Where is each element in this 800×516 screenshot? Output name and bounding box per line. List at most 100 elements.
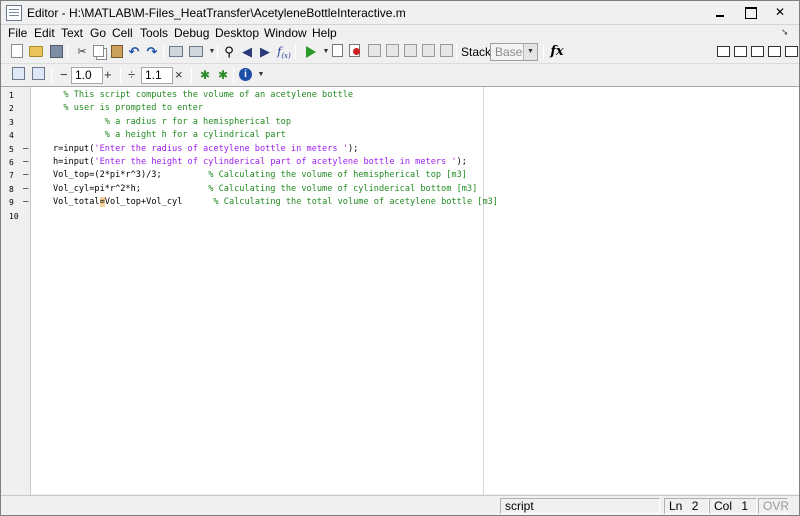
print-selection-icon[interactable]	[189, 46, 203, 57]
code-line[interactable]: % This script computes the volume of an …	[53, 90, 353, 100]
code-line[interactable]: % a radius r for a hemispherical top	[53, 117, 291, 127]
float-window-icon[interactable]	[768, 46, 781, 57]
redo-icon[interactable]: ↷	[144, 44, 160, 60]
insert-cell-divider-icon[interactable]	[12, 67, 25, 80]
menu-go[interactable]: Go	[90, 26, 106, 40]
close-icon[interactable]	[769, 4, 791, 20]
step-icon[interactable]	[368, 44, 381, 57]
left-right-split-icon[interactable]	[734, 46, 747, 57]
line-number-gutter: 1 2 3 4 5–6–7–8–9–10	[1, 87, 31, 495]
code-text: r=input(	[53, 143, 95, 154]
menu-help[interactable]: Help	[312, 26, 337, 40]
paste-icon[interactable]	[111, 45, 123, 58]
executable-line-marker[interactable]: –	[23, 184, 29, 194]
line-number: 9	[9, 198, 14, 208]
copy-icon[interactable]	[93, 45, 104, 57]
toolbar-separator	[295, 44, 296, 60]
chevron-down-icon[interactable]: ▼	[523, 44, 537, 60]
go-back-icon[interactable]: ◀	[239, 44, 255, 60]
right-text-limit-line	[483, 87, 484, 495]
editor-app-icon	[6, 5, 22, 21]
executable-line-marker[interactable]: –	[23, 157, 29, 167]
status-bar: script Ln 2 Col 1 OVR	[1, 495, 799, 515]
minimize-icon[interactable]	[709, 4, 731, 20]
open-file-icon[interactable]	[29, 46, 43, 57]
toolbar-separator	[217, 44, 218, 60]
executable-line-marker[interactable]: –	[23, 197, 29, 207]
code-text: Vol_top+Vol_cyl	[104, 197, 214, 208]
function-browser-icon[interactable]: f(x)	[276, 44, 292, 60]
exit-debug-icon[interactable]	[440, 44, 453, 57]
code-text: );	[456, 157, 467, 167]
code-line[interactable]: % a height h for a cylindrical part	[53, 130, 286, 140]
code-line[interactable]: h=input('Enter the height of cylinderica…	[53, 157, 467, 167]
step-out-icon[interactable]	[404, 44, 417, 57]
line-label: Ln	[669, 499, 683, 513]
go-forward-icon[interactable]: ▶	[257, 44, 273, 60]
menu-edit[interactable]: Edit	[34, 26, 55, 40]
code-comment: % a radius r for a hemispherical top	[53, 116, 291, 127]
continue-icon[interactable]	[422, 44, 435, 57]
increment-button[interactable]: +	[104, 67, 112, 82]
code-editor[interactable]: 1 2 3 4 5–6–7–8–9–10 % This script computes …	[1, 86, 799, 495]
decrement-value-input[interactable]: 1.0	[71, 67, 103, 84]
toolbar-separator	[120, 67, 121, 83]
chevron-down-icon[interactable]: ▼	[253, 67, 269, 83]
print-icon[interactable]	[169, 46, 183, 57]
overwrite-indicator: OVR	[758, 498, 789, 514]
code-line[interactable]: Vol_cyl=pi*r^2*h; % Calculating the volu…	[53, 184, 477, 194]
evaluate-cell-icon[interactable]: ✱	[197, 67, 213, 83]
tile-layout-icon[interactable]	[717, 46, 730, 57]
line-number: 5	[9, 144, 14, 154]
toolbar-separator	[456, 44, 457, 60]
undock-icon[interactable]: ➘	[781, 27, 791, 39]
code-comment: % Calculating the total volume of acetyl…	[213, 197, 498, 208]
menu-file[interactable]: File	[8, 26, 27, 40]
executable-line-marker[interactable]: –	[23, 144, 29, 154]
top-bottom-split-icon[interactable]	[751, 46, 764, 57]
scale-value-input[interactable]: 1.1	[141, 67, 173, 84]
maximize-icon[interactable]	[739, 4, 761, 20]
stack-value: Base	[495, 45, 523, 59]
code-comment: % Calculating the volume of cylinderical…	[208, 183, 478, 194]
evaluate-cell-advance-icon[interactable]: ✱	[215, 67, 231, 83]
save-icon[interactable]	[50, 45, 63, 58]
maximize-document-icon[interactable]	[785, 46, 798, 57]
set-breakpoint-icon[interactable]	[332, 44, 343, 57]
code-line[interactable]: % user is prompted to enter	[53, 103, 203, 113]
code-comment: % user is prompted to enter	[53, 103, 204, 114]
code-text: Vol_top=(2*pi*r^3)/3;	[53, 170, 209, 181]
run-icon[interactable]	[303, 44, 319, 60]
code-comment: % Calculating the volume of hemispherica…	[208, 170, 467, 181]
executable-line-marker[interactable]: –	[23, 170, 29, 180]
code-line[interactable]: Vol_total=Vol_top+Vol_cyl % Calculating …	[53, 197, 498, 208]
menu-desktop[interactable]: Desktop	[215, 26, 259, 40]
menu-text[interactable]: Text	[61, 26, 83, 40]
menu-tools[interactable]: Tools	[140, 26, 168, 40]
code-line[interactable]: r=input('Enter the radius of acetylene b…	[53, 144, 358, 154]
divide-button[interactable]: ÷	[128, 67, 135, 82]
cut-icon[interactable]: ✂	[74, 44, 90, 60]
menu-window[interactable]: Window	[264, 26, 307, 40]
find-binoculars-icon[interactable]: ⚲	[221, 44, 237, 60]
menu-debug[interactable]: Debug	[174, 26, 209, 40]
info-icon[interactable]: i	[239, 68, 252, 81]
multiply-button[interactable]: ×	[175, 67, 183, 82]
title-bar[interactable]: Editor - H:\MATLAB\M-Files_HeatTransfer\…	[1, 1, 799, 25]
decrement-button[interactable]: −	[60, 67, 68, 82]
code-line[interactable]: Vol_top=(2*pi*r^3)/3; % Calculating the …	[53, 170, 467, 180]
cell-title-icon[interactable]	[32, 67, 45, 80]
toolbar-separator	[163, 44, 164, 60]
line-number: 2	[9, 104, 14, 114]
clear-breakpoints-icon[interactable]	[349, 44, 360, 57]
menu-cell[interactable]: Cell	[112, 26, 133, 40]
step-in-icon[interactable]	[386, 44, 399, 57]
stack-select[interactable]: Base ▼	[490, 43, 538, 61]
undo-icon[interactable]: ↶	[126, 44, 142, 60]
line-number: 3	[9, 117, 14, 127]
line-value: 2	[691, 499, 699, 513]
new-file-icon[interactable]	[11, 44, 23, 58]
fx-function-icon[interactable]: fx	[549, 44, 565, 60]
line-number: 8	[9, 184, 14, 194]
code-string: 'Enter the radius of acetylene bottle in…	[94, 143, 348, 154]
